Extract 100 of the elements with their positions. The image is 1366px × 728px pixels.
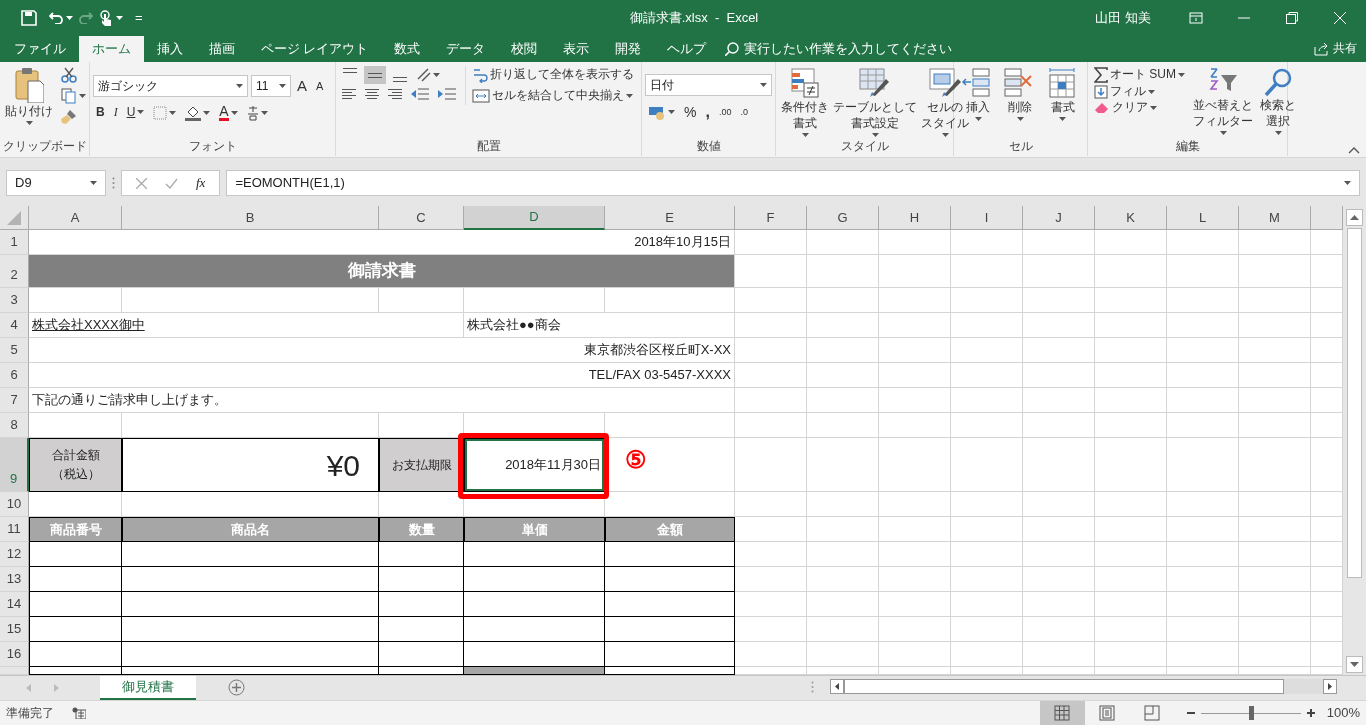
increase-indent-button[interactable] [435, 87, 459, 101]
ribbon-tab[interactable]: 表示 [550, 36, 603, 62]
comma-button[interactable]: , [702, 102, 713, 123]
ribbon-tab[interactable]: ページ レイアウト [248, 36, 382, 62]
percent-button[interactable]: % [681, 103, 700, 122]
ribbon-tab[interactable]: 開発 [602, 36, 655, 62]
previous-sheet-icon[interactable] [26, 684, 32, 692]
tell-me-field[interactable]: 実行したい作業を入力してください [742, 38, 1073, 60]
split-handle-icon[interactable] [811, 680, 814, 693]
cancel-icon[interactable] [136, 177, 147, 189]
horizontal-scroll-thumb[interactable] [844, 679, 1284, 694]
row-header[interactable]: 10 [0, 492, 29, 517]
normal-view-button[interactable] [1039, 701, 1085, 725]
save-icon[interactable] [21, 10, 37, 26]
scroll-thumb[interactable] [1347, 228, 1362, 578]
minimize-icon[interactable] [1238, 17, 1250, 19]
increase-decimal-button[interactable]: .00 [715, 106, 735, 119]
row-header[interactable]: 14 [0, 592, 29, 617]
row-header[interactable] [0, 667, 29, 675]
delete-button[interactable]: 削除 [1001, 66, 1040, 122]
row-header[interactable]: 6 [0, 363, 29, 388]
scroll-down-icon[interactable] [1346, 656, 1363, 673]
copy-button[interactable] [58, 87, 89, 105]
scroll-left-icon[interactable] [830, 679, 844, 694]
decrease-decimal-button[interactable]: .0 [737, 106, 751, 119]
share-button[interactable]: 共有 [1311, 36, 1360, 62]
format-button[interactable]: 書式 [1043, 66, 1082, 122]
row-header[interactable]: 7 [0, 388, 29, 413]
shrink-font-button[interactable]: A [313, 78, 327, 94]
center-button[interactable] [362, 87, 382, 101]
scroll-up-icon[interactable] [1346, 209, 1363, 226]
zoom-level[interactable]: 100% [1326, 703, 1360, 723]
column-header[interactable]: C [379, 206, 464, 230]
ribbon-tab[interactable]: 挿入 [144, 36, 196, 62]
row-header[interactable]: 4 [0, 313, 29, 338]
ribbon-tab[interactable]: ファイル [1, 36, 79, 62]
clear-button[interactable]: クリア [1091, 100, 1188, 116]
column-header[interactable]: H [879, 206, 951, 230]
row-header[interactable]: 13 [0, 567, 29, 592]
format-table-button[interactable]: テーブルとして 書式設定 [831, 66, 919, 138]
undo-button[interactable] [49, 12, 73, 24]
row-header[interactable]: 15 [0, 617, 29, 642]
row-header[interactable]: 8 [0, 413, 29, 438]
column-header[interactable]: K [1095, 206, 1167, 230]
autosum-button[interactable]: オート SUM [1091, 66, 1188, 84]
enter-icon[interactable] [165, 177, 178, 189]
italic-button[interactable]: I [110, 104, 121, 121]
next-sheet-icon[interactable] [54, 684, 60, 692]
column-header[interactable]: M [1239, 206, 1311, 230]
row-header[interactable]: 11 [0, 517, 29, 542]
name-box[interactable]: D9 [6, 170, 106, 196]
redo-button[interactable] [79, 12, 93, 24]
drag-handle-icon[interactable] [112, 177, 115, 189]
wrap-text-button[interactable]: 折り返して全体を表示する [469, 66, 637, 84]
insert-function-button[interactable]: fx [196, 173, 206, 193]
row-header[interactable]: 9 [0, 438, 29, 492]
restore-icon[interactable] [1286, 12, 1298, 24]
row-header[interactable]: 3 [0, 288, 29, 313]
touch-mode-button[interactable] [99, 9, 123, 27]
sort-filter-button[interactable]: 並べ替えと フィルター [1191, 66, 1255, 136]
align-left-button[interactable] [339, 87, 359, 101]
ribbon-tab[interactable]: 描画 [196, 36, 248, 62]
collapse-ribbon-icon[interactable] [1348, 146, 1360, 154]
underline-button[interactable]: U [123, 104, 148, 121]
font-name-field[interactable]: 游ゴシック [93, 75, 248, 97]
add-sheet-icon[interactable] [228, 679, 245, 696]
font-color-button[interactable]: A [216, 103, 241, 122]
row-header[interactable]: 16 [0, 642, 29, 667]
column-header[interactable]: E [605, 206, 735, 230]
row-header[interactable]: 12 [0, 542, 29, 567]
paste-button[interactable]: 貼り付け [3, 66, 55, 126]
macro-record-icon[interactable] [72, 707, 86, 719]
slider-thumb[interactable] [1248, 706, 1254, 720]
conditional-format-button[interactable]: 条件付き 書式 [779, 66, 831, 138]
search-icon[interactable] [725, 42, 740, 56]
row-header[interactable]: 2 [0, 255, 29, 288]
column-header[interactable]: I [951, 206, 1023, 230]
row-header[interactable]: 1 [0, 230, 29, 255]
ribbon-display-icon[interactable] [1189, 12, 1203, 24]
grow-font-button[interactable]: A [294, 76, 310, 96]
column-header[interactable]: L [1167, 206, 1239, 230]
column-header[interactable]: F [735, 206, 807, 230]
vertical-align-button[interactable] [364, 66, 386, 84]
bold-button[interactable]: B [93, 104, 108, 121]
scroll-right-icon[interactable] [1323, 679, 1337, 694]
zoom-in-icon[interactable] [1306, 709, 1315, 717]
formula-field[interactable]: =EOMONTH(E1,1) [226, 170, 1360, 196]
ribbon-tab[interactable]: ホーム [79, 36, 144, 62]
column-header[interactable]: G [807, 206, 879, 230]
zoom-slider[interactable] [1200, 706, 1301, 720]
date-cell[interactable]: 2018年11月30日 [464, 438, 605, 492]
ribbon-tab[interactable]: ヘルプ [654, 36, 720, 62]
column-header[interactable]: A [29, 206, 122, 230]
column-header[interactable]: J [1023, 206, 1095, 230]
ribbon-tab[interactable]: 数式 [381, 36, 434, 62]
fill-button[interactable]: フィル [1091, 84, 1188, 100]
ribbon-tab[interactable]: データ [433, 36, 499, 62]
merge-center-button[interactable]: セルを結合して中央揃え [469, 87, 637, 105]
row-header[interactable]: 5 [0, 338, 29, 363]
ribbon-tab[interactable]: 校閲 [498, 36, 551, 62]
